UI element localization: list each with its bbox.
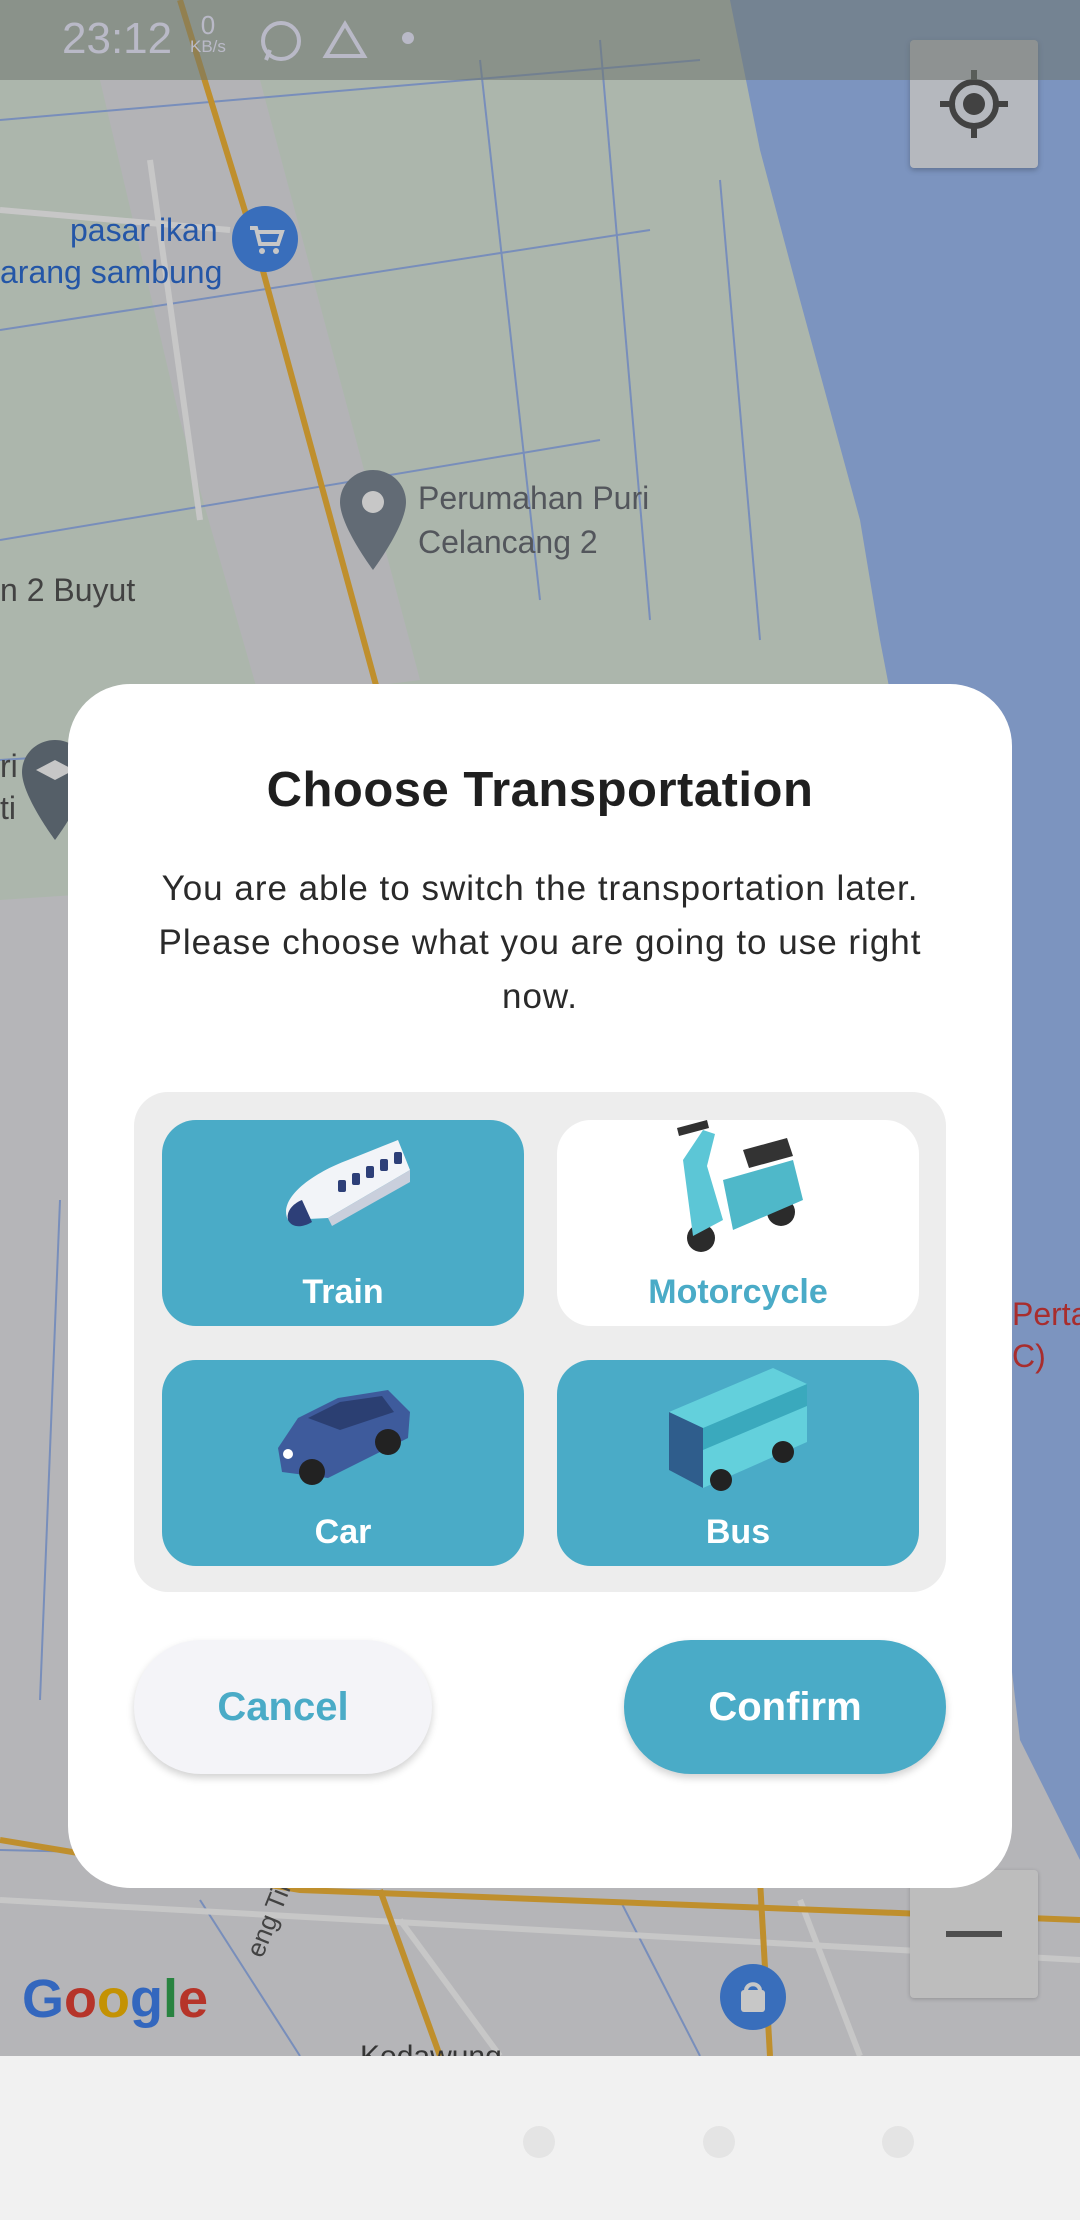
- train-icon: [286, 1140, 410, 1227]
- nav-recents-button[interactable]: [882, 2126, 914, 2158]
- transport-options-grid: Train Motorcycle Car Bus: [134, 1092, 946, 1592]
- option-bus[interactable]: Bus: [557, 1360, 919, 1566]
- car-icon: [278, 1390, 410, 1485]
- option-bus-label: Bus: [705, 1513, 771, 1551]
- nav-home-button[interactable]: [703, 2126, 735, 2158]
- option-car-label: Car: [314, 1513, 372, 1551]
- nav-back-button[interactable]: [523, 2126, 555, 2158]
- option-train[interactable]: Train: [162, 1120, 524, 1326]
- bus-icon: [669, 1368, 807, 1491]
- confirm-button[interactable]: Confirm: [624, 1640, 946, 1774]
- option-car[interactable]: Car: [162, 1360, 524, 1566]
- dialog-title: Choose Transportation: [266, 763, 814, 817]
- cancel-button[interactable]: Cancel: [134, 1640, 432, 1774]
- option-motorcycle-label: Motorcycle: [648, 1273, 828, 1311]
- dialog-message: You are able to switch the transportatio…: [158, 869, 922, 1016]
- option-motorcycle[interactable]: Motorcycle: [557, 1120, 919, 1326]
- option-train-label: Train: [302, 1273, 384, 1311]
- scooter-icon: [677, 1120, 803, 1252]
